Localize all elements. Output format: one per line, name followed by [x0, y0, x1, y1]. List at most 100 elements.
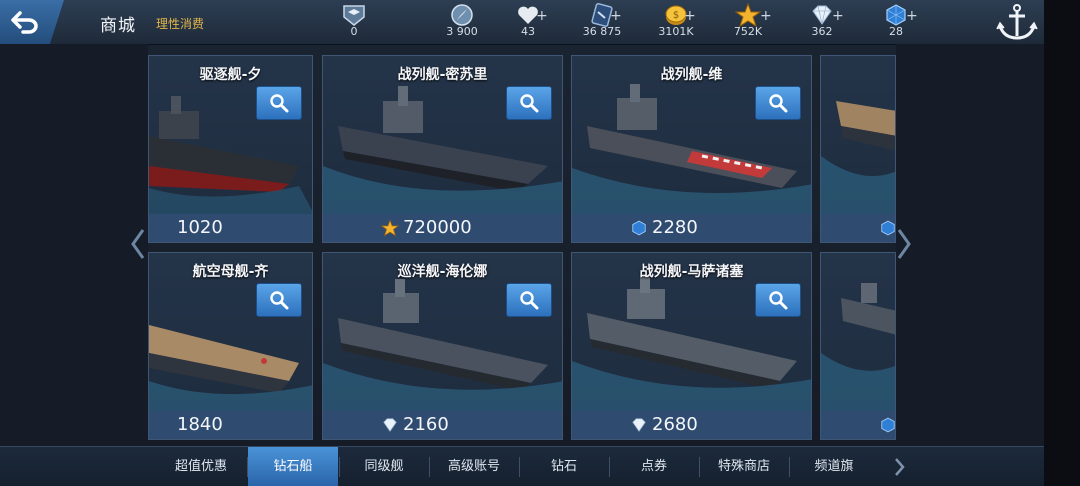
price-bar: 2680 — [572, 411, 811, 439]
ship-price: 2280 — [652, 217, 698, 238]
warship-image — [821, 283, 895, 411]
magnifier-icon — [520, 291, 539, 310]
ship-price: 720000 — [403, 217, 472, 238]
price-bar — [821, 214, 895, 242]
page-subtitle: 理性消费 — [156, 17, 205, 31]
ship-price: 2160 — [403, 414, 449, 435]
tab-value-deals[interactable]: 超值优惠 — [156, 447, 246, 486]
back-button[interactable] — [0, 0, 64, 44]
resource-value: 3101K — [658, 25, 694, 38]
ship-card[interactable]: 航空母舰-齐 1840 — [148, 252, 313, 440]
top-bar: 商城 理性消费 0 3 900 43 + 36 875 + $ 3101K + … — [0, 0, 1044, 45]
tab-label: 钻石 — [550, 459, 577, 474]
ship-card[interactable]: 战列舰-密苏里 720000 — [322, 55, 563, 243]
zoom-button[interactable] — [506, 283, 552, 317]
anchor-menu-button[interactable] — [994, 2, 1040, 44]
diamond-icon — [632, 418, 646, 432]
add-ticket-button[interactable]: + — [610, 8, 622, 24]
ship-name: 航空母舰-齐 — [192, 264, 269, 280]
resource-diamond[interactable]: 362 — [782, 2, 862, 42]
tab-label: 点券 — [640, 459, 667, 474]
resource-blue-gem[interactable]: 28 — [856, 2, 936, 42]
scroll-right-arrow-icon[interactable] — [896, 228, 912, 260]
tab-label: 高级账号 — [447, 459, 500, 474]
ship-art — [821, 56, 895, 214]
resource-value: 43 — [521, 25, 535, 38]
price-bar: 720000 — [323, 214, 562, 242]
tab-label: 超值优惠 — [174, 459, 227, 474]
star-icon — [381, 219, 399, 237]
svg-text:$: $ — [673, 10, 679, 21]
zoom-button[interactable] — [506, 86, 552, 120]
add-gold-button[interactable]: + — [684, 8, 696, 24]
back-arrow-icon — [11, 11, 38, 34]
magnifier-icon — [270, 94, 289, 113]
magnifier-icon — [769, 291, 788, 310]
price-bar: 2160 — [323, 411, 562, 439]
tab-special-shop[interactable]: 特殊商店 — [699, 447, 789, 486]
ship-card[interactable]: 巡洋舰-海伦娜 2160 — [322, 252, 563, 440]
ship-price: 1020 — [177, 217, 223, 238]
ship-price: 2680 — [652, 414, 698, 435]
resource-heart[interactable]: 43 — [488, 2, 568, 42]
resource-value: 28 — [889, 25, 903, 38]
ship-name: 驱逐舰-夕 — [199, 67, 262, 83]
resource-star[interactable]: 752K — [708, 2, 788, 42]
resource-value: 752K — [733, 25, 763, 38]
tab-coupons[interactable]: 点券 — [609, 447, 699, 486]
price-bar: 1020 — [149, 214, 312, 242]
page-title: 商城 — [100, 16, 136, 36]
price-bar: 2280 — [572, 214, 811, 242]
blue-gem-icon — [881, 417, 895, 433]
screen-edge — [1044, 0, 1080, 486]
tab-diamonds[interactable]: 钻石 — [519, 447, 609, 486]
resource-rank[interactable]: 0 — [314, 2, 394, 42]
add-diamond-button[interactable]: + — [832, 8, 844, 24]
ship-card[interactable]: 战列舰-维 2280 — [571, 55, 812, 243]
tab-same-class[interactable]: 同级舰 — [339, 447, 429, 486]
blue-gem-icon — [632, 220, 646, 236]
resource-value: 362 — [811, 25, 833, 38]
tab-channel-flags[interactable]: 频道旗 — [789, 447, 879, 486]
ship-card[interactable]: 战列舰-马萨诸塞 2680 — [571, 252, 812, 440]
compass-icon — [451, 4, 473, 26]
scroll-left-arrow-icon[interactable] — [130, 228, 146, 260]
tab-label: 频道旗 — [814, 459, 854, 474]
zoom-button[interactable] — [755, 283, 801, 317]
price-bar — [821, 411, 895, 439]
tab-label: 同级舰 — [364, 459, 404, 474]
diamond-icon — [383, 418, 397, 432]
anchor-icon — [996, 4, 1038, 40]
tabs-next-arrow-icon[interactable] — [888, 447, 910, 486]
ship-card-partial[interactable] — [820, 252, 896, 440]
tab-diamond-ships[interactable]: 钻石船 — [248, 447, 338, 486]
price-bar: 1840 — [149, 411, 312, 439]
star-icon — [735, 3, 761, 27]
resource-gold[interactable]: $ 3101K — [636, 2, 716, 42]
ship-art — [821, 253, 895, 411]
blue-gem-icon — [881, 220, 895, 236]
tab-label: 特殊商店 — [717, 459, 770, 474]
magnifier-icon — [520, 94, 539, 113]
add-star-button[interactable]: + — [760, 8, 772, 24]
shop-screen: 商城 理性消费 0 3 900 43 + 36 875 + $ 3101K + … — [0, 0, 1044, 486]
ship-name: 战列舰-密苏里 — [397, 67, 488, 83]
zoom-button[interactable] — [755, 86, 801, 120]
tab-label: 钻石船 — [273, 459, 313, 474]
ship-price: 1840 — [177, 414, 223, 435]
tab-premium-account[interactable]: 高级账号 — [429, 447, 519, 486]
carrier-ship-image — [821, 101, 895, 214]
zoom-button[interactable] — [256, 86, 302, 120]
add-gem-button[interactable]: + — [906, 8, 918, 24]
left-margin — [0, 44, 148, 444]
ship-name: 战列舰-维 — [660, 67, 723, 83]
ship-name: 巡洋舰-海伦娜 — [397, 264, 488, 280]
right-margin — [896, 44, 1044, 444]
rank-badge-icon — [343, 5, 365, 26]
ship-card[interactable]: 驱逐舰-夕 1020 — [148, 55, 313, 243]
ship-card-partial[interactable] — [820, 55, 896, 243]
ship-name: 战列舰-马萨诸塞 — [639, 264, 744, 280]
zoom-button[interactable] — [256, 283, 302, 317]
resource-ticket[interactable]: 36 875 — [562, 2, 642, 42]
add-heart-button[interactable]: + — [536, 8, 548, 24]
